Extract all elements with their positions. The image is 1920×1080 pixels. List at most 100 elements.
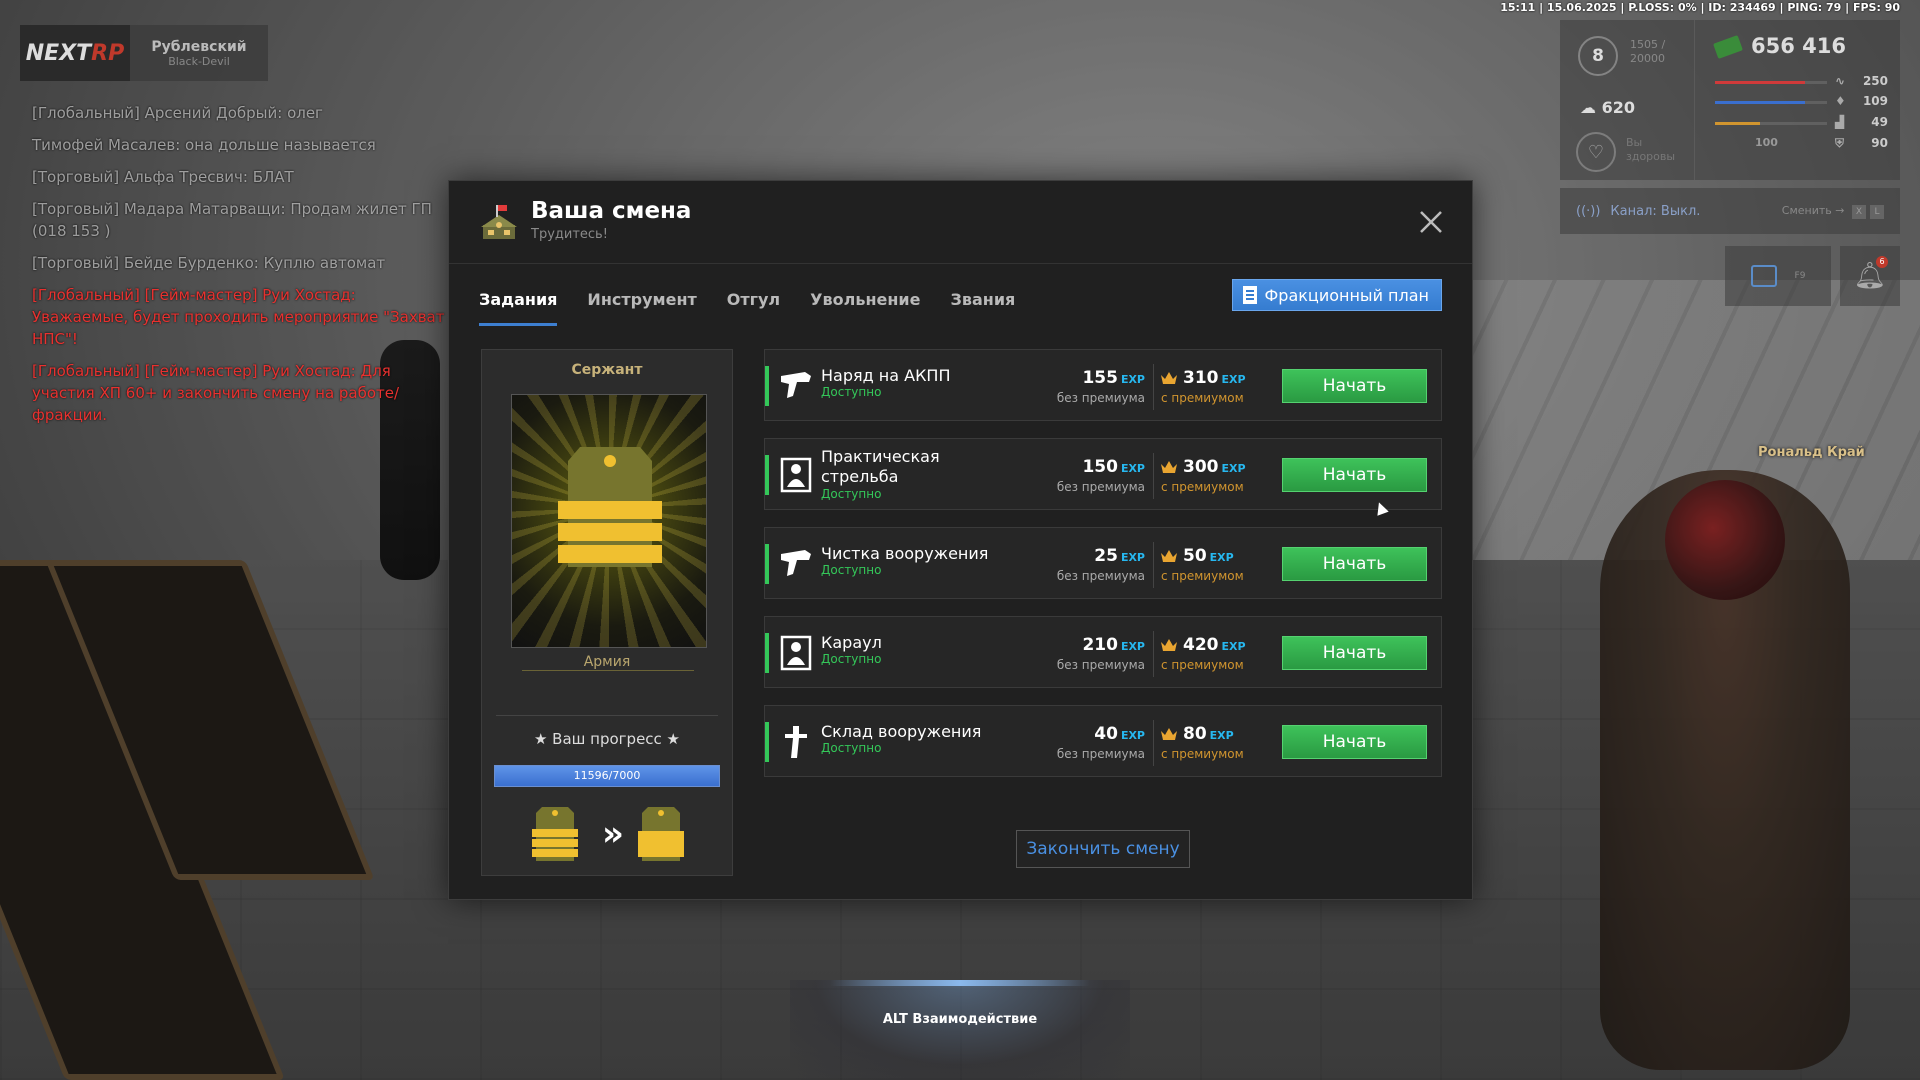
exp-base: 25 EXP без премиума (1056, 546, 1145, 583)
chevrons-right-icon: » (602, 814, 624, 854)
health-label: Вы здоровы (1626, 136, 1676, 163)
calendar-button[interactable]: F9 (1725, 246, 1831, 306)
notifications-button[interactable]: 🔔︎ 6 (1840, 246, 1900, 306)
notification-badge: 6 (1876, 256, 1888, 268)
pistol-icon (781, 372, 811, 398)
tab-ranks[interactable]: Звания (950, 284, 1015, 326)
tab-dismissal[interactable]: Увольнение (810, 284, 920, 326)
chat-line-global: [Глобальный] [Гейм-мастер] Руи Хостад: Д… (32, 362, 400, 424)
tab-tools[interactable]: Инструмент (587, 284, 696, 326)
extra-value: 100 (1755, 136, 1778, 149)
rifle-icon (785, 726, 807, 758)
end-shift-button[interactable]: Закончить смену (1016, 830, 1190, 868)
task-row: Чистка вооружения Доступно 25 EXP без прем… (764, 527, 1442, 599)
close-icon[interactable] (1418, 209, 1444, 235)
sergeant-epaulette-icon (558, 447, 662, 567)
chat-line: [Глобальный] Арсений Добрый: олег (32, 104, 323, 122)
stat-row: ♦ 109 (1715, 92, 1890, 112)
tab-day-off[interactable]: Отгул (727, 284, 780, 326)
task-row: Практическая стрельба Доступно 150 EXP без… (764, 438, 1442, 510)
calendar-key: F9 (1794, 271, 1806, 281)
modal-title: Ваша смена (531, 198, 692, 224)
document-icon (1242, 286, 1257, 304)
progress-text: 11596/7000 (573, 769, 641, 782)
level-badge: 8 (1578, 36, 1618, 76)
start-task-button[interactable]: Начать (1282, 636, 1427, 670)
interaction-hint: ALT Взаимодействие (790, 980, 1130, 1080)
modal-header: Ваша смена Трудитесь! (449, 181, 1472, 264)
heart-icon: ♡ (1576, 132, 1616, 172)
exp-base: 210 EXP без премиума (1056, 635, 1145, 672)
rank-art (511, 394, 707, 648)
calendar-icon (1750, 265, 1777, 287)
voice-channel[interactable]: ((·)) Канал: Выкл. Сменить → XL (1560, 188, 1900, 234)
progress-title: ★ Ваш прогресс ★ (533, 730, 681, 748)
exp-base: 155 EXP без премиума (1056, 368, 1145, 405)
task-row: Караул Доступно 210 EXP без премиума 420 EX… (764, 616, 1442, 688)
crown-icon (1161, 639, 1177, 651)
faction-plan-button[interactable]: Фракционный план (1231, 279, 1442, 311)
target-icon (780, 457, 812, 493)
start-task-button[interactable]: Начать (1282, 458, 1427, 492)
start-task-button[interactable]: Начать (1282, 725, 1427, 759)
start-task-button[interactable]: Начать (1282, 547, 1427, 581)
hunger-icon: ☁ (1580, 98, 1602, 117)
tab-bar: Задания Инструмент Отгул Увольнение Зван… (479, 284, 1045, 326)
shift-modal: Ваша смена Трудитесь! Задания Инструмент… (448, 180, 1473, 900)
chat-line: Тимофей Масалев: она дольше называется (32, 136, 376, 154)
exp-base: 40 EXP без премиума (1056, 724, 1145, 761)
brand-logo: NEXT RP (20, 25, 130, 81)
server-name: Рублевский (151, 38, 247, 55)
player-hud: 8 1505 / 20000 ☁ 620 ♡ Вы здоровы 656 41… (1560, 20, 1900, 180)
crown-icon (1161, 550, 1177, 562)
current-rank-icon (532, 807, 578, 861)
task-name: Наряд на АКПП (821, 366, 951, 385)
progress-bar: 11596/7000 (494, 765, 720, 787)
crown-icon (1161, 372, 1177, 384)
task-row: Склад вооружения Доступно 40 EXP без преми… (764, 705, 1442, 777)
voice-change-button[interactable]: Сменить → XL (1782, 204, 1884, 219)
exp-base: 150 EXP без премиума (1056, 457, 1145, 494)
task-name: Караул (821, 633, 882, 652)
tab-tasks[interactable]: Задания (479, 284, 558, 326)
chat-line: [Торговый] Мадара Матарващи: Продам жиле… (32, 200, 432, 240)
rank-name: Сержант (571, 362, 643, 378)
voice-channel-label: Канал: Выкл. (1610, 203, 1701, 219)
chat-line: [Торговый] Альфа Тресвич: БЛАТ (32, 168, 294, 186)
rank-upgrade: » (532, 805, 684, 863)
server-logo: NEXT RP Рублевский Black-Devil (20, 25, 268, 81)
chat-line-global: [Глобальный] [Гейм-мастер] Руи Хостад: У… (32, 286, 445, 348)
task-list: Наряд на АКПП Доступно 155 EXP без премиум… (764, 349, 1442, 794)
task-status: Доступно (821, 652, 882, 666)
task-status: Доступно (821, 563, 882, 577)
stat-row: 100 ⛨ 90 (1755, 136, 1888, 150)
target-icon (780, 635, 812, 671)
start-task-button[interactable]: Начать (1282, 369, 1427, 403)
barracks-icon (481, 205, 517, 239)
player-nametag: Рональд Край (1758, 445, 1865, 460)
stat-row: ∿ 250 (1715, 72, 1890, 92)
hud-status-text: 15:11 | 15.06.2025 | P.LOSS: 0% | ID: 23… (1500, 1, 1900, 14)
modal-subtitle: Трудитесь! (531, 227, 608, 242)
task-name: Практическая стрельба (821, 447, 940, 486)
task-status: Доступно (821, 741, 882, 755)
pulse-icon: ∿ (1835, 74, 1846, 88)
stat-row: ▟ 49 (1715, 113, 1890, 133)
chat-log: [Глобальный] Арсений Добрый: олег Тимофе… (32, 102, 452, 436)
next-rank-icon (638, 807, 684, 861)
shield-icon: ⛨ (1835, 136, 1845, 150)
rank-faction: Армия (583, 654, 631, 670)
rank-card: Сержант Армия ★ Ваш прогресс ★ 11596/700… (481, 349, 733, 876)
radio-icon: ((·)) (1576, 203, 1601, 219)
task-name: Чистка вооружения (821, 544, 989, 563)
task-status: Доступно (821, 487, 882, 501)
cash-icon (1713, 35, 1743, 59)
chat-line: [Торговый] Бейде Бурденко: Куплю автомат (32, 254, 386, 272)
hunger-value: ☁ 620 (1580, 98, 1635, 117)
faction-plan-label: Фракционный план (1264, 285, 1429, 305)
task-name: Склад вооружения (821, 722, 982, 741)
task-row: Наряд на АКПП Доступно 155 EXP без премиум… (764, 349, 1442, 421)
money-value: 656 416 (1713, 34, 1846, 59)
pistol-icon (781, 550, 811, 576)
level-xp: 1505 / 20000 (1630, 38, 1666, 65)
